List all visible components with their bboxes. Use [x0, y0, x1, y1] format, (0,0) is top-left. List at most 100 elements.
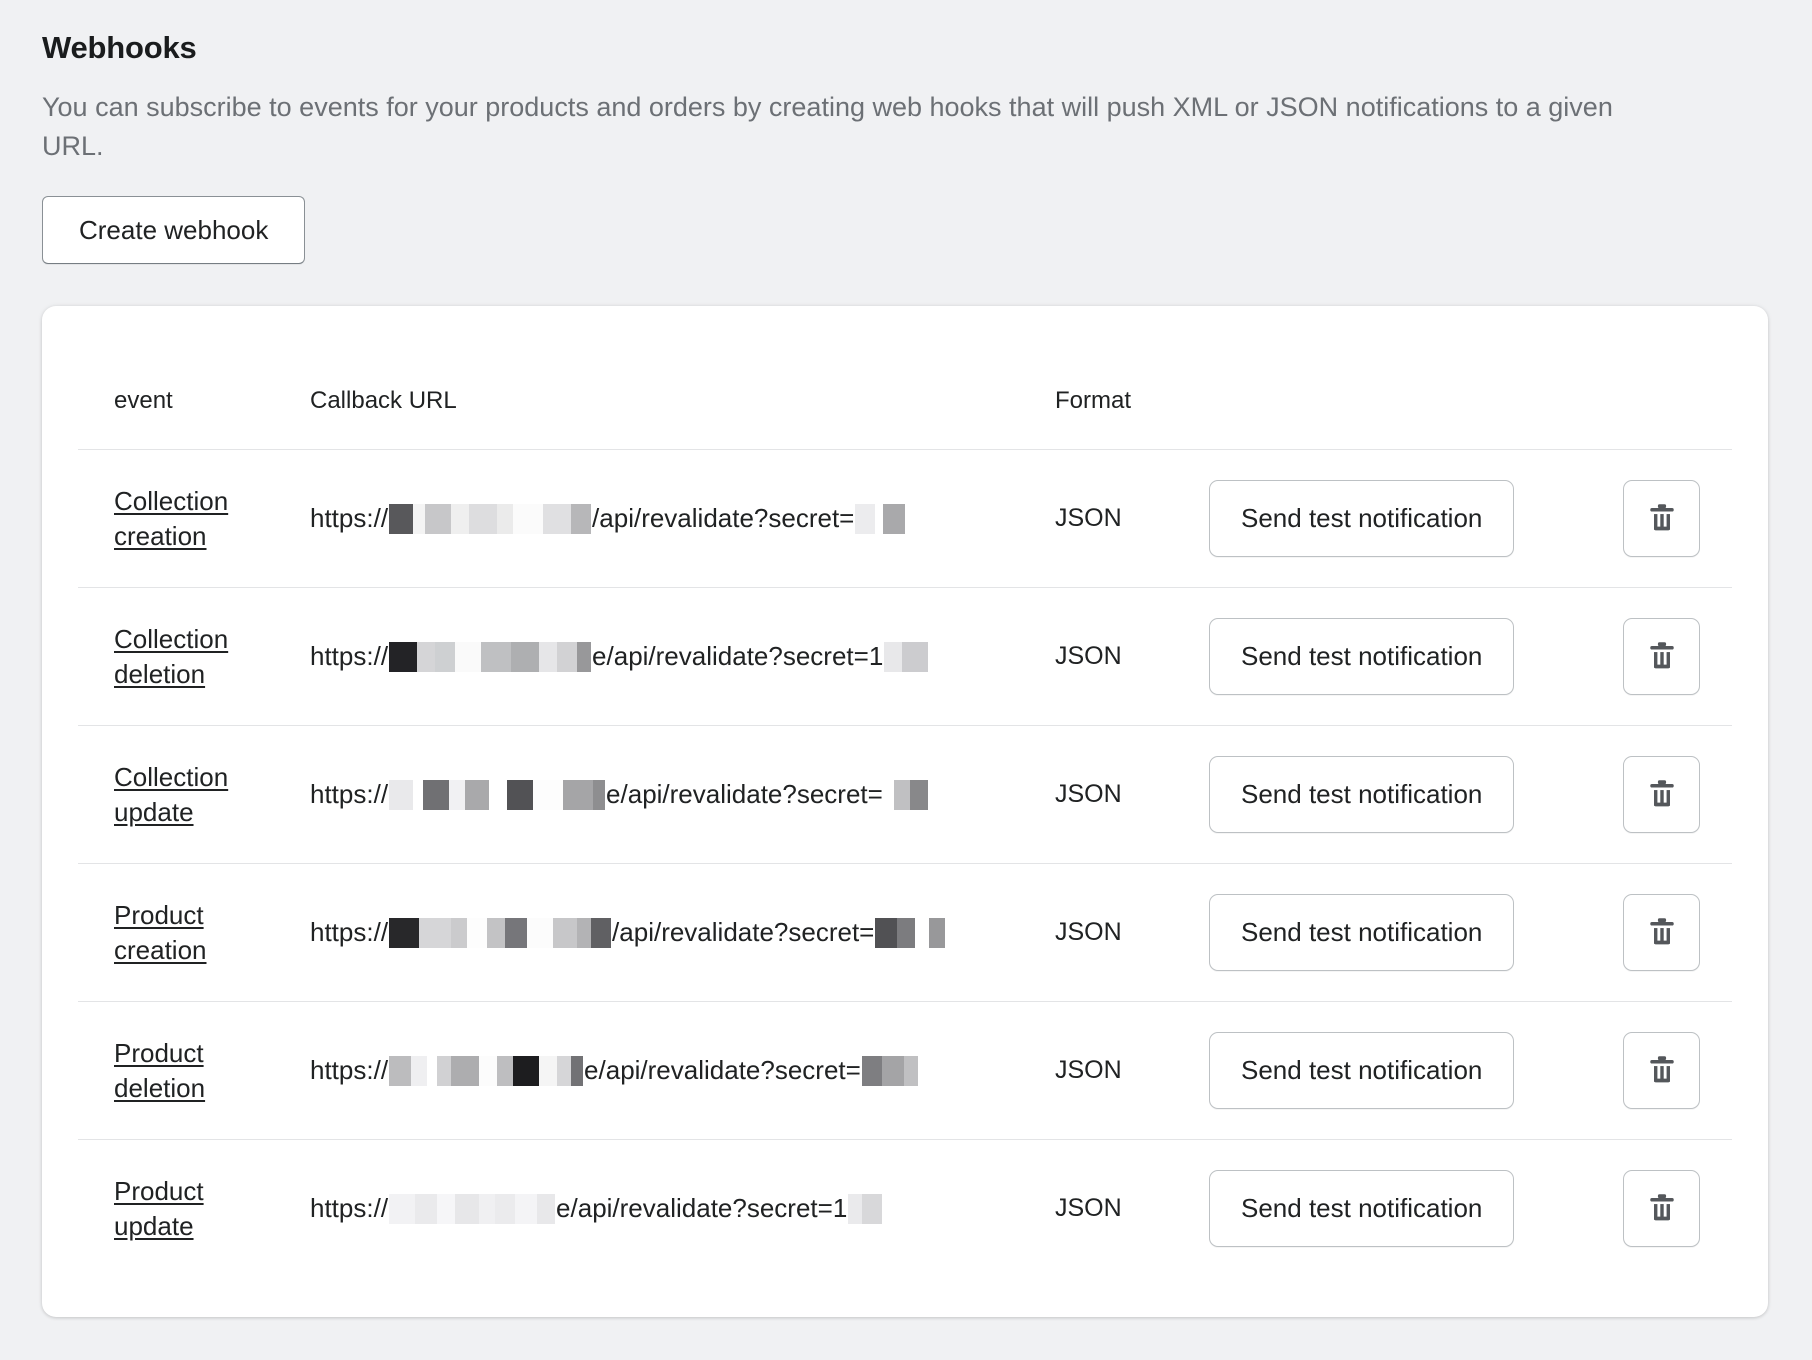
redacted-block	[419, 918, 451, 948]
url-prefix: https://	[310, 641, 388, 672]
delete-webhook-button[interactable]	[1623, 618, 1700, 695]
callback-url-cell: https://e/api/revalidate?secret=1	[310, 641, 1055, 672]
send-test-notification-button[interactable]: Send test notification	[1209, 1032, 1514, 1109]
send-test-notification-button[interactable]: Send test notification	[1209, 618, 1514, 695]
event-link-line1: Product	[114, 1176, 204, 1206]
event-link[interactable]: Productcreation	[114, 898, 207, 968]
redacted-block	[427, 1056, 437, 1086]
redacted-block	[389, 918, 419, 948]
delete-cell	[1623, 480, 1732, 557]
redacted-block	[577, 642, 591, 672]
webhook-table-row: Collectiondeletion https://e/api/revalid…	[78, 587, 1732, 725]
redacted-block	[591, 918, 611, 948]
redacted-block	[437, 1056, 451, 1086]
format-cell: JSON	[1055, 504, 1209, 533]
redacted-block	[577, 918, 591, 948]
redacted-block	[910, 780, 928, 810]
create-webhook-button[interactable]: Create webhook	[42, 196, 305, 264]
send-test-cell: Send test notification	[1209, 756, 1623, 833]
redacted-block	[593, 780, 605, 810]
column-header-event: event	[78, 387, 310, 415]
url-redaction-2	[875, 918, 945, 948]
event-link[interactable]: Product deletion	[114, 1036, 205, 1106]
redacted-block	[533, 780, 563, 810]
redacted-block	[915, 918, 929, 948]
send-test-cell: Send test notification	[1209, 1032, 1623, 1109]
column-header-callback-url: Callback URL	[310, 387, 1055, 415]
delete-webhook-button[interactable]	[1623, 894, 1700, 971]
event-link[interactable]: Product update	[114, 1174, 204, 1244]
webhook-table-row: Collectioncreation https:///api/revalida…	[78, 449, 1732, 587]
redacted-block	[563, 780, 593, 810]
redacted-block	[862, 1194, 882, 1224]
event-link-line2: deletion	[114, 1073, 205, 1103]
delete-webhook-button[interactable]	[1623, 1170, 1700, 1247]
send-test-notification-button[interactable]: Send test notification	[1209, 756, 1514, 833]
redacted-block	[425, 504, 451, 534]
redacted-block	[451, 1056, 479, 1086]
send-test-notification-button[interactable]: Send test notification	[1209, 1170, 1514, 1247]
url-prefix: https://	[310, 1193, 388, 1224]
event-link-line1: Collection	[114, 624, 228, 654]
event-cell: Collection update	[78, 760, 310, 830]
url-redaction-2	[884, 780, 928, 810]
send-test-notification-button[interactable]: Send test notification	[1209, 894, 1514, 971]
redacted-block	[557, 642, 577, 672]
event-link-line1: Product	[114, 1038, 204, 1068]
webhooks-table-card: event Callback URL Format Collectioncrea…	[42, 306, 1768, 1317]
event-link[interactable]: Collectioncreation	[114, 484, 228, 554]
redacted-block	[904, 1056, 918, 1086]
redacted-block	[389, 642, 417, 672]
event-link[interactable]: Collection update	[114, 760, 228, 830]
redacted-block	[511, 642, 539, 672]
send-test-cell: Send test notification	[1209, 1170, 1623, 1247]
redacted-block	[929, 918, 945, 948]
event-cell: Product deletion	[78, 1036, 310, 1106]
delete-cell	[1623, 756, 1732, 833]
url-redaction-2	[884, 642, 928, 672]
redacted-block	[571, 504, 591, 534]
redacted-block	[557, 1056, 571, 1086]
redacted-block	[413, 504, 425, 534]
url-prefix: https://	[310, 1055, 388, 1086]
event-cell: Product update	[78, 1174, 310, 1244]
url-redaction-2	[855, 504, 905, 534]
url-suffix: e/api/revalidate?secret=	[584, 1055, 861, 1086]
redacted-block	[455, 642, 481, 672]
event-link-line2: update	[114, 797, 194, 827]
event-link-line1: Product	[114, 900, 204, 930]
redacted-block	[894, 780, 910, 810]
url-redaction-1	[389, 504, 591, 534]
url-suffix: e/api/revalidate?secret=	[606, 779, 883, 810]
url-suffix: /api/revalidate?secret=	[592, 503, 854, 534]
event-link-line1: Collection	[114, 762, 228, 792]
event-link[interactable]: Collectiondeletion	[114, 622, 228, 692]
event-cell: Collectiondeletion	[78, 622, 310, 692]
redacted-block	[902, 642, 928, 672]
url-redaction-2	[848, 1194, 882, 1224]
delete-webhook-button[interactable]	[1623, 480, 1700, 557]
url-suffix: e/api/revalidate?secret=1	[556, 1193, 847, 1224]
redacted-block	[423, 780, 449, 810]
redacted-block	[875, 504, 883, 534]
trash-icon	[1645, 502, 1679, 536]
redacted-block	[451, 504, 469, 534]
delete-webhook-button[interactable]	[1623, 1032, 1700, 1109]
redacted-block	[467, 918, 487, 948]
url-redaction-1	[389, 918, 611, 948]
event-link-line2: update	[114, 1211, 194, 1241]
webhooks-settings-page: Webhooks You can subscribe to events for…	[0, 0, 1812, 1317]
redacted-block	[389, 780, 413, 810]
redacted-block	[539, 642, 557, 672]
delete-webhook-button[interactable]	[1623, 756, 1700, 833]
trash-icon	[1645, 1054, 1679, 1088]
redacted-block	[411, 1056, 427, 1086]
send-test-notification-button[interactable]: Send test notification	[1209, 480, 1514, 557]
redacted-block	[389, 504, 413, 534]
redacted-block	[417, 642, 435, 672]
webhook-table-row: Product update https:// e/api/revalidate?s…	[78, 1139, 1732, 1277]
redacted-block	[883, 504, 905, 534]
callback-url-cell: https://e/api/revalidate?secret=	[310, 779, 1055, 810]
redacted-block	[497, 1056, 513, 1086]
redacted-block	[527, 918, 553, 948]
